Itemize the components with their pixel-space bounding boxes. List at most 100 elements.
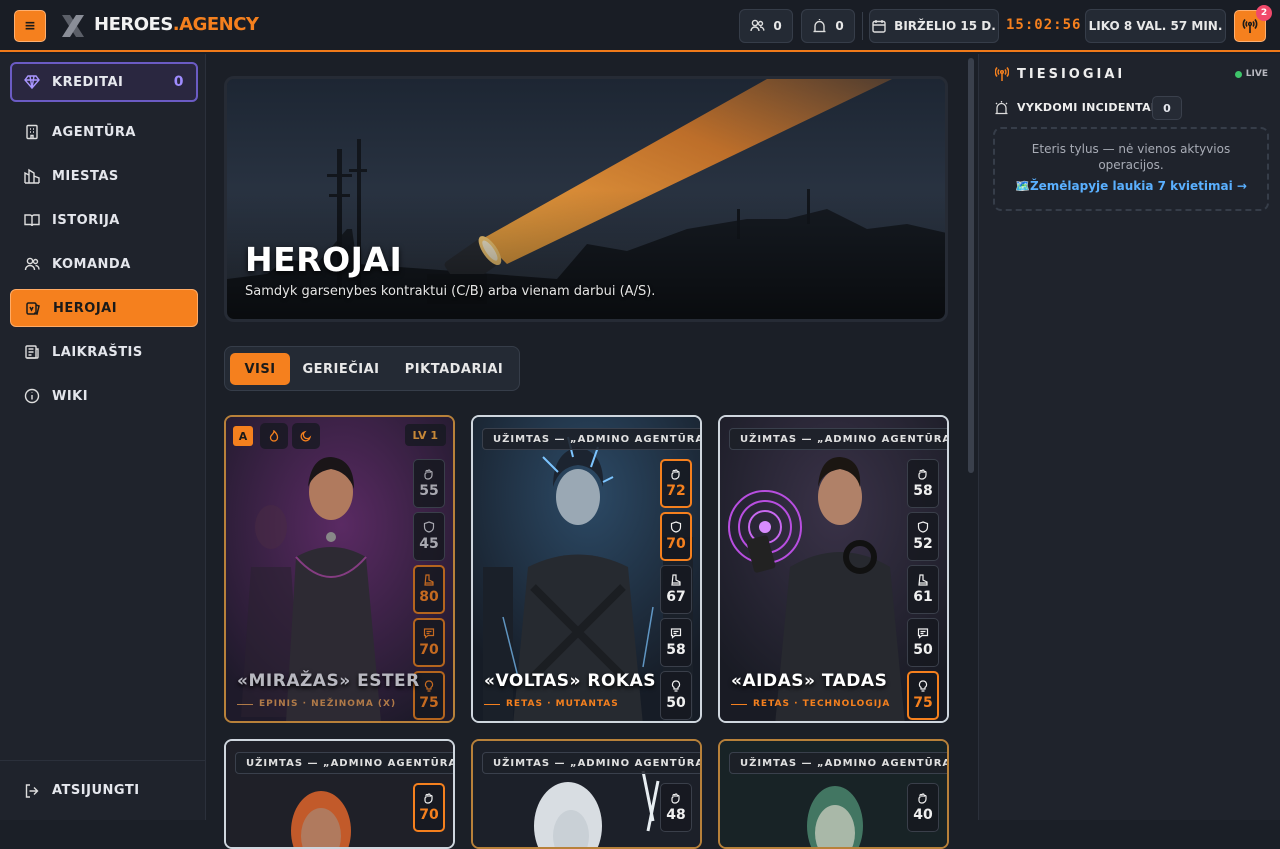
shield-icon (423, 521, 435, 533)
stat-speed: 61 (907, 565, 939, 614)
top-bar: ≡ HEROES.AGENCY 0 0 BIRŽELIO 15 D. 15:02… (0, 0, 1280, 52)
sidebar-item-label: MIESTAS (52, 168, 119, 184)
stat-strength: 70 (413, 783, 445, 832)
sidebar-item-label: ISTORIJA (52, 212, 120, 228)
hero-tags: EPINIS · NEŽINOMA (X) (237, 699, 396, 709)
speech-icon (670, 628, 682, 639)
hero-card[interactable]: UŽIMTAS — „ADMINO AGENTŪRA" 48 (471, 739, 702, 849)
hero-name: «MIRAŽAS» ESTER (237, 671, 420, 691)
tab-gerieciai[interactable]: GERIEČIAI (297, 353, 385, 385)
stat-speed: 67 (660, 565, 692, 614)
calendar-icon (872, 20, 886, 33)
busy-label: UŽIMTAS — „ADMINO AGENTŪRA" (235, 752, 453, 774)
incidents-label: VYKDOMI INCIDENTAI (1017, 101, 1156, 114)
building-icon (26, 124, 38, 140)
sidebar-item-istorija[interactable]: ISTORIJA (10, 201, 198, 239)
alerts-count: 0 (835, 19, 844, 33)
stat-column: 58 52 61 50 75 (907, 459, 939, 720)
busy-label: UŽIMTAS — „ADMINO AGENTŪRA" (729, 752, 947, 774)
filter-tabs: VISI GERIEČIAI PIKTADARIAI (224, 346, 520, 391)
stat-strength: 48 (660, 783, 692, 832)
time-remaining: LIKO 8 VAL. 57 MIN. (1085, 9, 1226, 43)
diamond-icon (24, 75, 40, 90)
level-badge: LV 1 (404, 424, 446, 446)
fist-icon (918, 469, 927, 480)
fire-icon (260, 423, 288, 449)
sidebar-item-label: KOMANDA (52, 256, 131, 272)
sidebar-item-komanda[interactable]: KOMANDA (10, 245, 198, 283)
scrollbar-thumb[interactable] (968, 58, 974, 473)
page-title: HEROJAI (245, 240, 403, 279)
team-icon (24, 257, 40, 271)
live-dot (1234, 70, 1242, 78)
shield-icon (670, 521, 682, 533)
tab-piktadariai[interactable]: PIKTADARIAI (395, 353, 513, 385)
menu-button[interactable]: ≡ (14, 10, 46, 42)
sidebar-item-wiki[interactable]: WIKI (10, 377, 198, 415)
city-icon (24, 168, 40, 184)
newspaper-icon (25, 345, 39, 359)
clock: 15:02:56 (1006, 17, 1082, 33)
credits-label: KREDITAI (52, 74, 124, 90)
moon-icon (292, 423, 320, 449)
stat-charisma: 58 (660, 618, 692, 667)
hero-card[interactable]: UŽIMTAS — „ADMINO AGENTŪRA" 70 (224, 739, 455, 849)
busy-label: UŽIMTAS — „ADMINO AGENTŪRA" (729, 428, 947, 450)
hero-card[interactable]: UŽIMTAS — „ADMINO AGENTŪRA" 40 (718, 739, 949, 849)
empty-text: Eteris tylus — nė vienos aktyvios operac… (1031, 142, 1231, 172)
alerts-counter[interactable]: 0 (801, 9, 855, 43)
speech-icon (917, 628, 929, 639)
sidebar: KREDITAI 0 AGENTŪRA MIESTAS ISTORIJA KOM… (0, 54, 206, 820)
broadcast-icon (1242, 18, 1258, 33)
hero-card[interactable]: UŽIMTAS — „ADMINO AGENTŪRA" 72 70 67 58 … (471, 415, 702, 723)
stat-strength: 58 (907, 459, 939, 508)
credits-button[interactable]: KREDITAI 0 (10, 62, 198, 102)
sidebar-item-miestas[interactable]: MIESTAS (10, 157, 198, 195)
divider (862, 12, 863, 40)
hamburger-icon: ≡ (24, 18, 36, 34)
credits-value: 0 (173, 74, 184, 90)
lightbulb-icon (671, 680, 681, 692)
stat-strength: 55 (413, 459, 445, 508)
boot-icon (424, 574, 434, 586)
heroes-banner: HEROJAI Samdyk garsenybes kontraktui (C/… (224, 76, 948, 322)
sidebar-item-agentura[interactable]: AGENTŪRA (10, 113, 198, 151)
sidebar-item-herojai[interactable]: HEROJAI (10, 289, 198, 327)
sidebar-item-label: LAIKRAŠTIS (52, 344, 143, 360)
sidebar-item-label: AGENTŪRA (52, 124, 136, 140)
tab-visi[interactable]: VISI (230, 353, 290, 385)
logout-icon (25, 783, 39, 798)
incidents-count: 0 (1152, 96, 1182, 120)
sidebar-item-label: WIKI (52, 388, 89, 404)
stat-column: 40 (907, 783, 939, 832)
busy-label: UŽIMTAS — „ADMINO AGENTŪRA" (482, 428, 700, 450)
stat-defense: 70 (660, 512, 692, 561)
fist-icon (671, 793, 680, 804)
sidebar-item-laikrastis[interactable]: LAIKRAŠTIS (10, 333, 198, 371)
live-indicator: LIVE (1234, 69, 1268, 79)
hero-tags: RETAS · TECHNOLOGIJA (731, 699, 890, 709)
fist-icon (424, 793, 433, 804)
lightbulb-icon (918, 680, 928, 692)
fist-icon (671, 469, 680, 480)
logo-x-icon (62, 15, 84, 37)
hero-card[interactable]: A LV 1 55 45 80 70 75 «MIRAŽAS» ESTER EP… (224, 415, 455, 723)
stat-strength: 72 (660, 459, 692, 508)
speech-icon (423, 628, 435, 639)
stat-column: 48 (660, 783, 692, 832)
users-counter[interactable]: 0 (739, 9, 793, 43)
stat-charisma: 50 (907, 618, 939, 667)
panel-title: TIESIOGIAI (1017, 67, 1126, 82)
logo-text[interactable]: HEROES.AGENCY (94, 14, 259, 35)
logout-label: ATSIJUNGTI (52, 783, 140, 798)
fist-icon (918, 793, 927, 804)
map-invites-link[interactable]: 🗺️Žemėlapyje laukia 7 kvietimai → (995, 179, 1267, 193)
stat-column: 72 70 67 58 50 (660, 459, 692, 720)
live-panel: TIESIOGIAI LIVE VYKDOMI INCIDENTAI 0 Ete… (978, 54, 1280, 820)
date-text: BIRŽELIO 15 D. (894, 19, 996, 33)
stat-defense: 52 (907, 512, 939, 561)
alarm-icon (995, 101, 1008, 115)
logout-button[interactable]: ATSIJUNGTI (0, 760, 206, 820)
busy-label: UŽIMTAS — „ADMINO AGENTŪRA" (482, 752, 700, 774)
hero-card[interactable]: UŽIMTAS — „ADMINO AGENTŪRA" 58 52 61 50 … (718, 415, 949, 723)
